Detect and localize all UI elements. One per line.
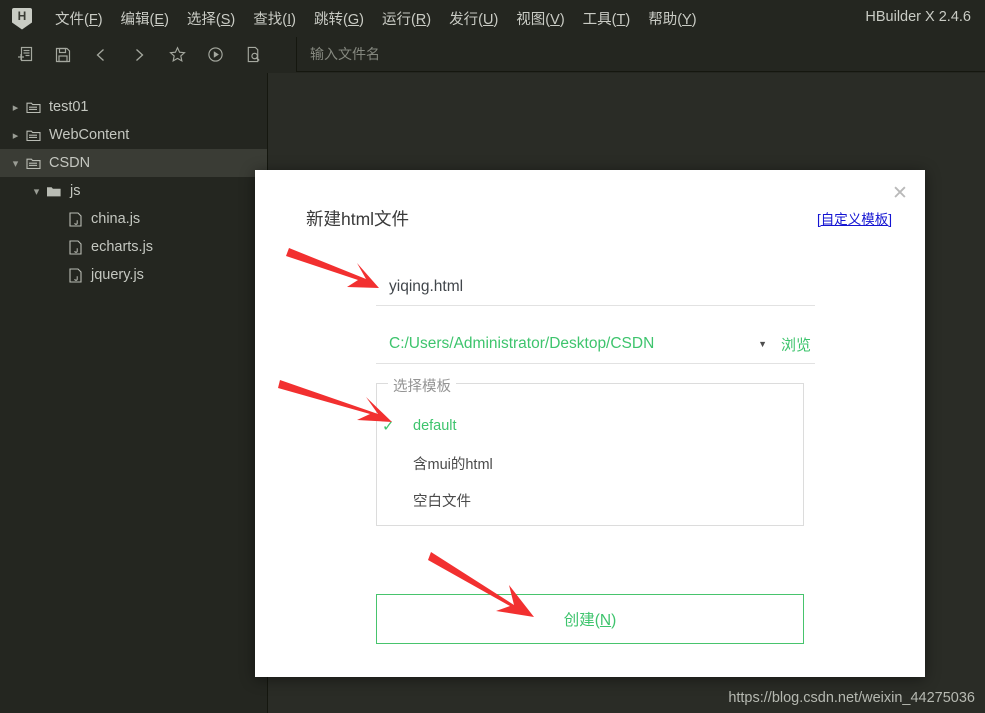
folder-closed-icon <box>23 157 43 170</box>
template-group-legend: 选择模板 <box>388 375 456 396</box>
template-option-blank-file[interactable]: 空白文件 <box>377 488 471 512</box>
template-option-mui-html[interactable]: 含mui的html <box>377 451 493 475</box>
filename-search-placeholder: 输入文件名 <box>310 46 380 62</box>
menu-item-file[interactable]: 文件(F) <box>46 5 112 32</box>
watermark-url: https://blog.csdn.net/weixin_44275036 <box>728 690 975 706</box>
app-logo-letter: H <box>17 9 27 23</box>
template-option-label: 含mui的html <box>413 456 493 473</box>
menu-item-tools[interactable]: 工具(T) <box>574 5 640 32</box>
create-button[interactable]: 创建(N) <box>376 594 804 644</box>
chevron-down-icon[interactable]: ▾ <box>8 157 23 170</box>
tree-item-label: CSDN <box>49 155 91 171</box>
template-option-label: default <box>413 418 457 434</box>
browse-button[interactable]: 浏览 <box>781 334 815 355</box>
menu-item-view[interactable]: 视图(V) <box>507 5 573 32</box>
folder-closed-icon <box>23 101 43 114</box>
hbuilderx-window: H 文件(F) 编辑(E) 选择(S) 查找(I) 跳转(G) 运行(R) 发行… <box>0 0 985 713</box>
tree-item-csdn[interactable]: ▾ CSDN <box>0 149 267 177</box>
new-html-file-dialog: ✕ 新建html文件 [自定义模板] yiqing.html C:/Users/… <box>255 170 925 677</box>
tree-item-china-js[interactable]: china.js <box>0 205 267 233</box>
find-file-icon[interactable] <box>240 42 266 68</box>
menu-item-publish[interactable]: 发行(U) <box>440 5 507 32</box>
tree-item-webcontent[interactable]: ▸ WebContent <box>0 121 267 149</box>
menu-item-run[interactable]: 运行(R) <box>373 5 440 32</box>
check-icon: ✓ <box>382 418 395 435</box>
toolbar: 输入文件名 <box>0 37 985 72</box>
filename-input-value: yiqing.html <box>389 277 464 295</box>
save-icon[interactable] <box>50 42 76 68</box>
dialog-title: 新建html文件 <box>306 209 410 229</box>
folder-closed-icon <box>23 129 43 142</box>
tree-item-js-folder[interactable]: ▾ js <box>0 177 267 205</box>
menu-bar: H 文件(F) 编辑(E) 选择(S) 查找(I) 跳转(G) 运行(R) 发行… <box>0 0 985 37</box>
path-input-value: C:/Users/Administrator/Desktop/CSDN <box>389 335 655 352</box>
chevron-down-icon[interactable]: ▾ <box>29 185 44 198</box>
tree-item-label: jquery.js <box>91 267 144 283</box>
close-icon[interactable]: ✕ <box>887 180 913 206</box>
back-arrow-icon[interactable] <box>88 42 114 68</box>
filename-input[interactable]: yiqing.html <box>376 268 815 306</box>
app-logo-icon: H <box>12 7 32 30</box>
tree-item-test01[interactable]: ▸ test01 <box>0 93 267 121</box>
project-file-tree[interactable]: ▸ test01 ▸ WebContent ▾ CSDN ▾ js china.… <box>0 73 268 713</box>
star-icon[interactable] <box>164 42 190 68</box>
js-file-icon <box>65 267 85 283</box>
js-file-icon <box>65 239 85 255</box>
menu-item-goto[interactable]: 跳转(G) <box>305 5 373 32</box>
template-option-label: 空白文件 <box>413 493 471 510</box>
tree-item-label: js <box>70 183 81 199</box>
chevron-right-icon[interactable]: ▸ <box>8 129 23 142</box>
template-option-default[interactable]: ✓ default <box>377 414 457 438</box>
folder-open-icon <box>44 185 64 198</box>
menu-item-edit[interactable]: 编辑(E) <box>112 5 178 32</box>
chevron-down-icon[interactable]: ▼ <box>758 339 767 349</box>
path-input[interactable]: C:/Users/Administrator/Desktop/CSDN ▼ 浏览 <box>376 325 815 364</box>
menu-item-find[interactable]: 查找(I) <box>244 5 305 32</box>
menu-item-select[interactable]: 选择(S) <box>178 5 244 32</box>
js-file-icon <box>65 211 85 227</box>
run-icon[interactable] <box>202 42 228 68</box>
tree-item-label: WebContent <box>49 127 130 143</box>
tree-item-jquery-js[interactable]: jquery.js <box>0 261 267 289</box>
tree-item-echarts-js[interactable]: echarts.js <box>0 233 267 261</box>
menu-item-help[interactable]: 帮助(Y) <box>639 5 705 32</box>
chevron-right-icon[interactable]: ▸ <box>8 101 23 114</box>
tree-item-label: china.js <box>91 211 141 227</box>
filename-search-input[interactable]: 输入文件名 <box>296 37 985 72</box>
tree-item-label: test01 <box>49 99 89 115</box>
create-button-label: 创建(N) <box>563 612 617 629</box>
forward-arrow-icon[interactable] <box>126 42 152 68</box>
new-file-icon[interactable] <box>12 42 38 68</box>
tree-item-label: echarts.js <box>91 239 154 255</box>
custom-template-link[interactable]: [自定义模板] <box>817 208 892 228</box>
app-version-label: HBuilder X 2.4.6 <box>865 9 971 25</box>
